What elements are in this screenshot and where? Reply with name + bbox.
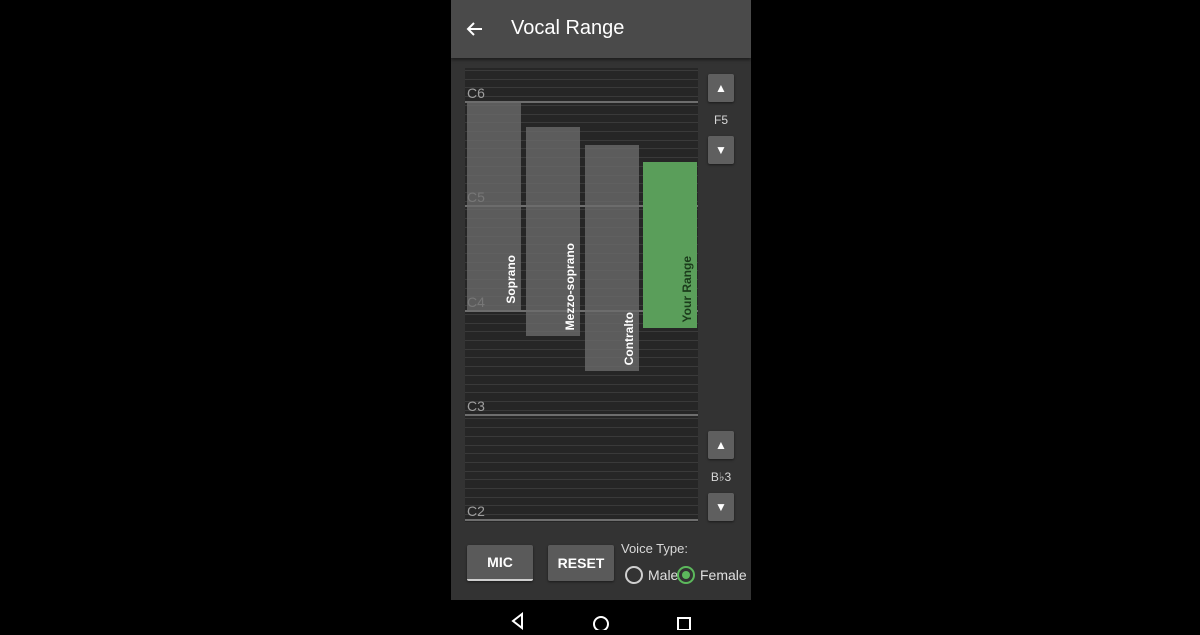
semitone-line [465,453,698,455]
semitone-line [465,444,698,446]
nav-recents-button[interactable] [674,612,694,631]
soprano-label: Soprano [504,255,518,304]
your-range-bar: Your Range [643,162,697,328]
semitone-line [465,488,698,489]
c3-line [465,414,698,416]
semitone-line [465,514,698,516]
semitone-line [465,479,698,481]
high-note-label: F5 [713,113,728,127]
semitone-line [465,78,698,80]
mezzo-soprano-range-bar: Mezzo-soprano [526,127,580,336]
contralto-range-bar: Contralto [585,145,639,371]
page-title: Vocal Range [511,17,625,39]
semitone-line [465,96,698,98]
semitone-line [465,400,698,402]
semitone-line [465,409,698,411]
low-note-label: B♭3 [710,470,732,484]
semitone-line [465,470,698,472]
square-recents-icon [677,617,691,631]
app-bar: Vocal Range [451,0,751,58]
radio-checked-icon [677,566,695,584]
high-note-up-button[interactable]: ▲ [708,74,734,102]
c6-label: C6 [467,85,485,101]
triangle-back-icon [511,611,523,631]
triangle-down-icon: ▼ [715,500,727,514]
c2-label: C2 [467,503,485,519]
contralto-label: Contralto [622,311,636,365]
circle-home-icon [593,616,609,632]
semitone-line [465,348,698,350]
note-staff: C6 C5 C4 C3 C2 Soprano Mezzo-soprano Con… [465,68,698,522]
high-note-down-button[interactable]: ▼ [708,136,734,164]
mic-button[interactable]: MIC [467,545,533,581]
semitone-line [465,418,698,420]
semitone-line [465,331,698,333]
female-radio-label: Female [700,567,747,583]
male-radio-label: Male [648,567,679,583]
semitone-line [465,87,698,89]
triangle-up-icon: ▲ [715,438,727,452]
semitone-line [465,496,698,498]
low-note-down-button[interactable]: ▼ [708,493,734,521]
male-radio[interactable]: Male [625,565,678,585]
voice-type-label: Voice Type: [621,541,688,556]
semitone-line [465,374,698,376]
triangle-down-icon: ▼ [715,143,727,157]
semitone-line [465,70,698,71]
mezzo-soprano-label: Mezzo-soprano [563,242,577,330]
semitone-line [465,427,698,428]
nav-home-button[interactable] [591,612,611,632]
semitone-line [465,505,698,507]
semitone-line [465,435,698,437]
your-range-label: Your Range [680,255,694,322]
semitone-line [465,366,698,368]
radio-unchecked-icon [625,566,643,584]
c2-line [465,519,698,521]
back-button[interactable] [461,14,489,44]
semitone-line [465,357,698,359]
reset-button[interactable]: RESET [548,545,614,581]
c3-label: C3 [467,398,485,414]
semitone-line [465,340,698,341]
semitone-line [465,383,698,385]
triangle-up-icon: ▲ [715,81,727,95]
phone-screen: Vocal Range C6 C5 C4 C3 C2 Soprano Mezzo… [451,0,751,600]
semitone-line [465,392,698,394]
nav-back-button[interactable] [508,611,528,631]
low-note-up-button[interactable]: ▲ [708,431,734,459]
female-radio[interactable]: Female [677,565,747,585]
arrow-left-icon [466,22,482,36]
semitone-line [465,461,698,463]
soprano-range-bar: Soprano [467,101,521,310]
